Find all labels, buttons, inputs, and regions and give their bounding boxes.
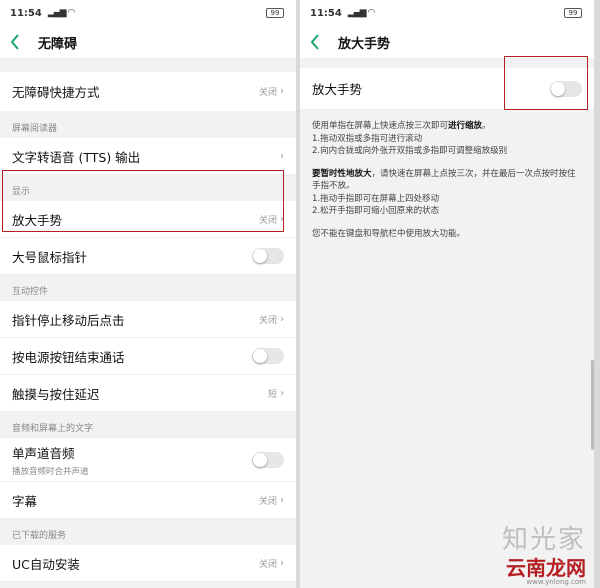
row-label: 指针停止移动后点击 [12, 312, 125, 328]
title-bar: 放大手势 [300, 26, 594, 58]
row-sublabel: 播放音频时合并声道 [12, 466, 89, 477]
signal-wifi-icon: ▂▄▆ ◠ [347, 8, 376, 18]
row-label: 无障碍快捷方式 [12, 85, 100, 100]
chevron-right-icon: › [280, 387, 284, 399]
section-header: 音频和屏幕上的文字 [0, 412, 296, 438]
row-touch-delay[interactable]: 触摸与按住延迟 短 › [0, 375, 296, 412]
title-bar: 无障碍 [0, 26, 296, 58]
battery-icon: 99 [564, 8, 582, 18]
row-label: UC自动安装 [12, 556, 80, 572]
highlight-box [504, 56, 588, 110]
battery-icon: 99 [266, 8, 284, 18]
chevron-right-icon: › [280, 150, 284, 162]
magnify-gesture-screen: 11:54 ▂▄▆ ◠ 99 放大手势 放大手势 使用单指在屏幕上快速点按三次即… [300, 0, 594, 588]
row-shortcut[interactable]: 无障碍快捷方式 关闭 › [0, 72, 296, 112]
back-arrow-icon[interactable] [10, 34, 28, 50]
row-captions[interactable]: 字幕 关闭 › [0, 482, 296, 519]
signal-wifi-icon: ▂▄▆ ◠ [47, 8, 76, 18]
row-mono-audio: 单声道音频 播放音频时合并声道 [0, 438, 296, 482]
row-value: 短 [267, 389, 277, 400]
status-bar: 11:54 ▂▄▆ ◠ 99 [0, 0, 296, 26]
watermark: 知光家 云南龙网 www.ynlong.com [501, 525, 586, 586]
row-uc-install[interactable]: UC自动安装 关闭 › [0, 545, 296, 582]
big-pointer-toggle[interactable] [252, 248, 284, 264]
mono-audio-toggle[interactable] [252, 451, 284, 468]
section-header: 互动控件 [0, 275, 296, 301]
row-power-end-call: 按电源按钮结束通话 [0, 338, 296, 375]
row-value: 关闭 [258, 559, 277, 570]
page-title: 放大手势 [338, 36, 391, 52]
row-label: 触摸与按住延迟 [12, 386, 100, 402]
row-big-pointer: 大号鼠标指针 [0, 238, 296, 275]
chevron-right-icon: › [280, 557, 284, 569]
section-header: 已下载的服务 [0, 519, 296, 545]
section-header: 屏幕阅读器 [0, 112, 296, 138]
row-label: 单声道音频 [12, 445, 75, 461]
row-label: 大号鼠标指针 [12, 249, 88, 265]
status-time: 11:54 [10, 7, 42, 19]
page-title: 无障碍 [38, 36, 78, 52]
status-time: 11:54 [310, 7, 342, 19]
row-label: 字幕 [12, 493, 38, 509]
row-dwell-click[interactable]: 指针停止移动后点击 关闭 › [0, 301, 296, 338]
back-arrow-icon[interactable] [310, 34, 328, 50]
row-value: 关闭 [258, 496, 277, 507]
scrollbar[interactable] [591, 360, 594, 450]
row-value: 关闭 [258, 88, 277, 98]
row-label: 按电源按钮结束通话 [12, 349, 125, 365]
row-value: 关闭 [258, 315, 277, 326]
power-end-call-toggle[interactable] [252, 348, 284, 364]
highlight-box [2, 170, 284, 232]
info-text: 使用单指在屏幕上快速点按三次即可进行缩放。 1.拖动双指或多指可进行滚动 2.向… [300, 110, 594, 260]
row-label: 文字转语音 (TTS) 输出 [12, 149, 141, 165]
chevron-right-icon: › [280, 494, 284, 506]
accessibility-screen: 11:54 ▂▄▆ ◠ 99 无障碍 无障碍快捷方式 关闭 › 屏幕阅读器 文字… [0, 0, 296, 588]
chevron-right-icon: › [280, 86, 284, 97]
status-bar: 11:54 ▂▄▆ ◠ 99 [300, 0, 594, 26]
chevron-right-icon: › [280, 313, 284, 325]
